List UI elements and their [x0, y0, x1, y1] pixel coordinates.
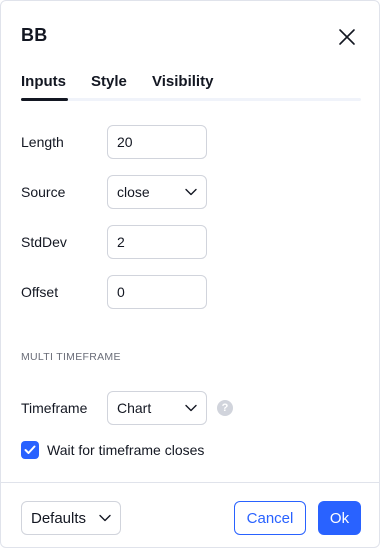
dialog-title: BB	[21, 25, 48, 45]
footer-divider	[1, 482, 379, 483]
chevron-down-icon	[185, 404, 197, 412]
multi-timeframe-header: MULTI TIMEFRAME	[21, 351, 121, 363]
tab-style[interactable]: Style	[91, 73, 127, 90]
wait-for-closes-label[interactable]: Wait for timeframe closes	[47, 442, 204, 458]
source-select[interactable]: close	[107, 175, 207, 209]
stddev-value: 2	[117, 234, 125, 250]
offset-label: Offset	[21, 284, 59, 300]
chevron-down-icon	[99, 514, 111, 522]
indicator-settings-dialog: BB Inputs Style Visibility Length 20 Sou…	[0, 0, 380, 548]
offset-input[interactable]: 0	[107, 275, 207, 309]
stddev-input[interactable]: 2	[107, 225, 207, 259]
timeframe-value: Chart	[117, 400, 152, 416]
wait-for-closes-checkbox[interactable]	[21, 441, 39, 459]
question-circle-icon[interactable]: ?	[217, 400, 233, 416]
close-button[interactable]	[335, 25, 359, 49]
chevron-down-icon	[185, 188, 197, 196]
ok-button[interactable]: Ok	[318, 501, 361, 535]
length-input[interactable]: 20	[107, 125, 207, 159]
defaults-dropdown-button[interactable]: Defaults	[21, 501, 121, 535]
offset-value: 0	[117, 284, 125, 300]
tab-bar: Inputs Style Visibility	[21, 71, 361, 101]
tab-track	[21, 98, 361, 101]
source-label: Source	[21, 184, 66, 200]
stddev-label: StdDev	[21, 234, 67, 250]
length-label: Length	[21, 134, 64, 150]
tab-visibility[interactable]: Visibility	[152, 73, 213, 90]
source-value: close	[117, 184, 150, 200]
close-icon	[339, 29, 355, 45]
length-value: 20	[117, 134, 133, 150]
tab-inputs[interactable]: Inputs	[21, 73, 66, 90]
defaults-label: Defaults	[31, 509, 87, 527]
active-tab-indicator	[21, 98, 68, 101]
timeframe-select[interactable]: Chart	[107, 391, 207, 425]
timeframe-label: Timeframe	[21, 400, 88, 416]
checkmark-icon	[24, 445, 36, 454]
cancel-button[interactable]: Cancel	[234, 501, 306, 535]
